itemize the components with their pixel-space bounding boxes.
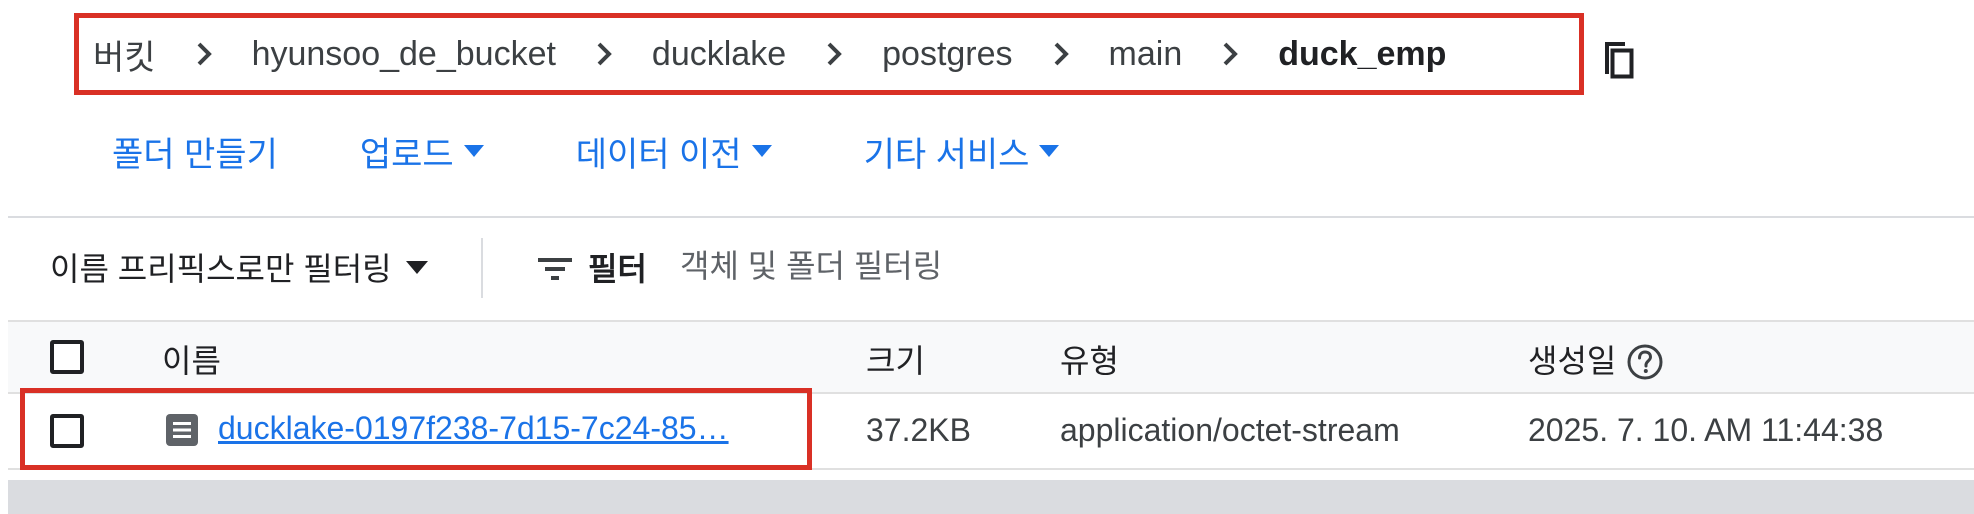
select-all-checkbox[interactable] xyxy=(50,340,84,374)
caret-down-icon xyxy=(405,260,428,274)
breadcrumb-item-ducklake[interactable]: ducklake xyxy=(652,35,786,74)
table-header: 이름 크기 유형 생성일 xyxy=(8,320,1974,394)
object-type: application/octet-stream xyxy=(1060,412,1400,448)
column-header-created[interactable]: 생성일 xyxy=(1528,336,1664,382)
filter-icon[interactable] xyxy=(538,255,572,283)
table-row[interactable]: ducklake-0197f238-7d15-7c24-85… 37.2KB a… xyxy=(8,394,1974,470)
breadcrumb-item-postgres[interactable]: postgres xyxy=(882,35,1012,74)
copy-icon[interactable] xyxy=(1600,38,1636,80)
upload-label: 업로드 xyxy=(359,135,454,174)
filter-divider xyxy=(481,238,483,298)
chevron-right-icon xyxy=(810,39,858,69)
action-toolbar: 폴더 만들기 업로드 데이터 이전 기타 서비스 xyxy=(112,123,1060,179)
prefix-filter-dropdown[interactable]: 이름 프리픽스로만 필터링 xyxy=(50,244,428,290)
upload-button[interactable]: 업로드 xyxy=(360,127,484,176)
file-icon xyxy=(166,414,198,446)
column-header-size[interactable]: 크기 xyxy=(866,336,925,382)
breadcrumb-item-main[interactable]: main xyxy=(1109,35,1183,74)
breadcrumb: 버킷 hyunsoo_de_bucket ducklake postgres m… xyxy=(74,13,1584,95)
caret-down-icon xyxy=(463,145,484,157)
chevron-right-icon xyxy=(180,39,228,69)
objects-table: 이름 크기 유형 생성일 ducklake-0197f238-7d15-7c24… xyxy=(8,320,1974,470)
caret-down-icon xyxy=(1039,145,1060,157)
chevron-right-icon xyxy=(1206,39,1254,69)
create-folder-button[interactable]: 폴더 만들기 xyxy=(112,127,278,176)
column-header-created-label: 생성일 xyxy=(1528,343,1617,379)
help-icon[interactable] xyxy=(1626,343,1664,381)
chevron-right-icon xyxy=(1037,39,1085,69)
other-services-label: 기타 서비스 xyxy=(863,135,1030,174)
bottom-bar xyxy=(8,480,1974,514)
chevron-right-icon xyxy=(580,39,628,69)
object-size: 37.2KB xyxy=(866,412,971,448)
filter-label: 필터 xyxy=(588,251,647,287)
create-folder-label: 폴더 만들기 xyxy=(112,135,278,174)
column-header-type[interactable]: 유형 xyxy=(1060,336,1119,382)
breadcrumb-item-buckets[interactable]: 버킷 xyxy=(93,30,156,79)
row-checkbox[interactable] xyxy=(50,414,84,448)
filter-bar: 이름 프리픽스로만 필터링 필터 xyxy=(8,218,1974,320)
objects-panel: 이름 프리픽스로만 필터링 필터 이름 크기 유형 생성일 xyxy=(8,216,1974,514)
caret-down-icon xyxy=(751,145,772,157)
prefix-filter-label: 이름 프리픽스로만 필터링 xyxy=(50,251,392,287)
transfer-data-label: 데이터 이전 xyxy=(575,135,742,174)
bucket-browser: 버킷 hyunsoo_de_bucket ducklake postgres m… xyxy=(0,0,1974,514)
breadcrumb-item-current: duck_emp xyxy=(1278,34,1447,73)
transfer-data-button[interactable]: 데이터 이전 xyxy=(576,127,772,176)
column-header-name[interactable]: 이름 xyxy=(162,336,221,382)
filter-input[interactable] xyxy=(680,240,1320,292)
object-name-link[interactable]: ducklake-0197f238-7d15-7c24-85… xyxy=(218,410,729,447)
breadcrumb-item-bucket[interactable]: hyunsoo_de_bucket xyxy=(252,35,556,74)
object-created: 2025. 7. 10. AM 11:44:38 xyxy=(1528,412,1884,448)
other-services-button[interactable]: 기타 서비스 xyxy=(864,127,1060,176)
